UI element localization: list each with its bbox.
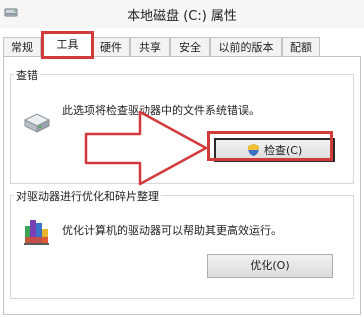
optimize-description: 优化计算机的驱动器可以帮助其更高效运行。 (62, 224, 282, 237)
error-check-group-title: 查错 (14, 67, 40, 83)
hard-drive-icon (23, 113, 51, 133)
tab-general[interactable]: 常规 (3, 37, 41, 56)
error-check-group (10, 74, 354, 184)
tab-hardware[interactable]: 硬件 (92, 37, 130, 56)
tab-security[interactable]: 安全 (170, 37, 210, 56)
tab-sharing[interactable]: 共享 (130, 37, 170, 56)
error-check-description: 此选项将检查驱动器中的文件系统错误。 (62, 104, 260, 117)
properties-window: 本地磁盘 (C:) 属性 常规 工具 硬件 共享 安全 以前的版本 配额 查错 … (0, 0, 364, 317)
optimize-button[interactable]: 优化(O) (207, 254, 333, 278)
tab-highlight-box (41, 31, 94, 59)
optimize-group-title: 对驱动器进行优化和碎片整理 (14, 188, 161, 204)
defrag-icon (24, 220, 49, 245)
window-title: 本地磁盘 (C:) 属性 (127, 9, 237, 24)
tab-previous-versions[interactable]: 以前的版本 (210, 37, 282, 56)
optimize-group (10, 195, 354, 299)
tools-panel: 查错 此选项将检查驱动器中的文件系统错误。 检查(C) 对驱动器进行优化和碎片整… (3, 56, 361, 315)
title-bar: 本地磁盘 (C:) 属性 (0, 0, 364, 28)
tab-quota[interactable]: 配额 (282, 37, 320, 56)
check-button-highlight-box (207, 131, 333, 161)
